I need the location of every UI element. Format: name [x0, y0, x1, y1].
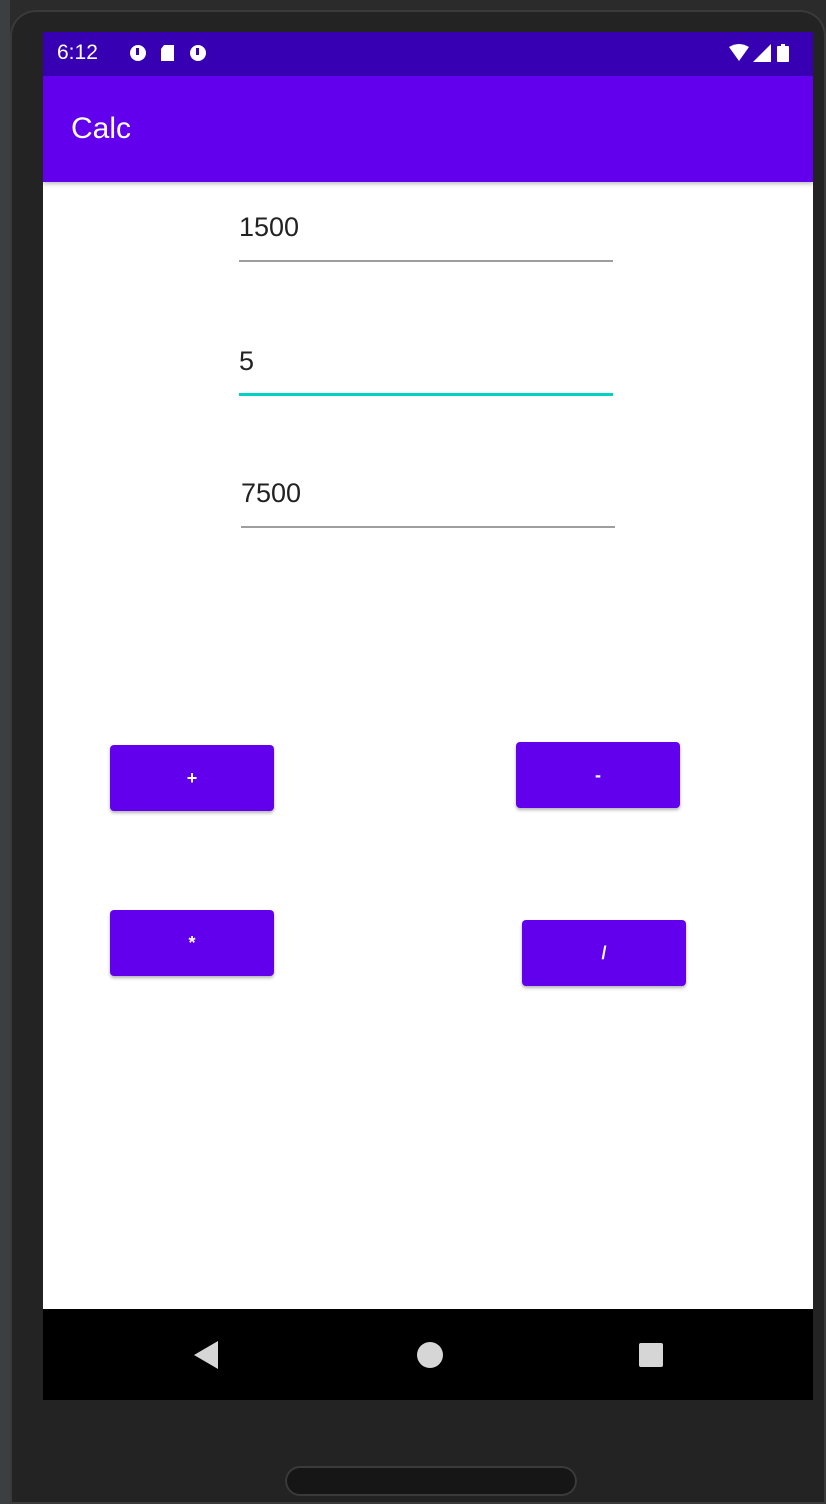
- back-icon[interactable]: [194, 1341, 218, 1369]
- home-icon[interactable]: [417, 1342, 443, 1368]
- data-saver-icon: [130, 45, 146, 61]
- app-screen: 6:12 Calc 1500 5 7500 + - * /: [43, 32, 813, 1400]
- system-nav-bar: [43, 1309, 813, 1400]
- recents-icon[interactable]: [639, 1343, 663, 1367]
- field-underline: [241, 526, 615, 528]
- first-number-value: 1500: [239, 212, 300, 242]
- subtract-button[interactable]: -: [516, 742, 680, 808]
- wifi-icon: [729, 44, 749, 61]
- sd-card-icon: [161, 45, 174, 61]
- result-field[interactable]: 7500: [241, 470, 615, 528]
- battery-icon: [777, 44, 789, 62]
- field-underline: [239, 260, 613, 262]
- second-number-value: 5: [239, 346, 255, 376]
- app-bar: Calc: [43, 76, 813, 182]
- phone-frame: 6:12 Calc 1500 5 7500 + - * /: [10, 10, 826, 1504]
- result-value: 7500: [241, 478, 302, 508]
- status-time: 6:12: [57, 41, 98, 64]
- first-number-field[interactable]: 1500: [239, 204, 613, 262]
- divide-button[interactable]: /: [522, 920, 686, 986]
- app-title: Calc: [71, 112, 132, 145]
- field-underline-focused: [239, 393, 613, 396]
- status-bar: 6:12: [43, 32, 813, 76]
- ide-edge: [0, 0, 10, 1504]
- data-saver-icon: [190, 45, 206, 61]
- phone-speaker: [285, 1466, 577, 1496]
- cell-signal-icon: [753, 44, 771, 62]
- multiply-button[interactable]: *: [110, 910, 274, 976]
- add-button[interactable]: +: [110, 745, 274, 811]
- second-number-field[interactable]: 5: [239, 338, 613, 396]
